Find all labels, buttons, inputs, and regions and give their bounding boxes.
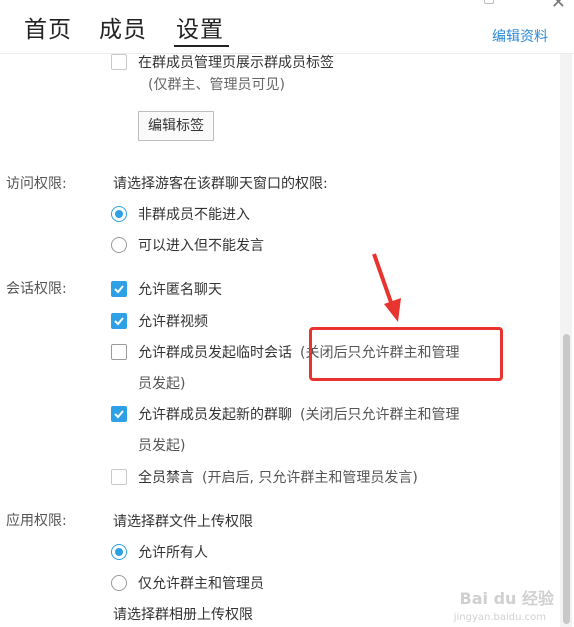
album-upload-prompt-text: 请选择群相册上传权限 [113, 607, 253, 623]
edit-profile-link[interactable]: 编辑资料 [492, 26, 548, 46]
tab-home[interactable]: 首页 [24, 10, 72, 44]
visit-option-no-entry-label: 非群成员不能进入 [138, 207, 250, 223]
temp-chat-checkbox[interactable] [111, 344, 127, 360]
visit-option-enter-no-speak[interactable]: 可以进入但不能发言 [111, 235, 264, 255]
file-upload-prompt-text: 请选择群文件上传权限 [113, 514, 253, 530]
member-tag-note-text: (仅群主、管理员可见) [148, 77, 285, 93]
baidu-watermark-url: jingyan.baidu.com [453, 612, 546, 623]
album-upload-prompt: 请选择群相册上传权限 [113, 604, 253, 624]
new-group-note-cont: 员发起) [138, 435, 185, 455]
temp-chat-note-cont: 员发起) [138, 373, 185, 393]
visit-option-enter-no-speak-label: 可以进入但不能发言 [138, 238, 264, 254]
group-settings-header: ✕ 首页 成员 设置 编辑资料 [0, 0, 574, 54]
mute-all-checkbox[interactable] [111, 469, 127, 485]
mute-all-label: 全员禁言 [138, 470, 194, 486]
visit-option-enter-no-speak-radio[interactable] [111, 237, 127, 253]
session-option-anonymous[interactable]: 允许匿名聊天 [111, 279, 222, 299]
session-option-mute-all[interactable]: 全员禁言 (开启后, 只允许群主和管理员发言) [111, 467, 418, 487]
temp-chat-label: 允许群成员发起临时会话 [138, 345, 292, 361]
show-member-tag-label: 在群成员管理页展示群成员标签 [138, 55, 334, 71]
new-group-chat-note: (关闭后只允许群主和管理 [300, 407, 460, 423]
edit-tag-button[interactable]: 编辑标签 [138, 111, 214, 141]
show-member-tag-checkbox[interactable] [111, 54, 127, 70]
group-video-checkbox[interactable] [111, 313, 127, 329]
group-video-label: 允许群视频 [138, 314, 208, 330]
visit-permission-prompt: 请选择游客在该群聊天窗口的权限: [113, 173, 328, 193]
new-group-note-cont-text: 员发起) [138, 438, 186, 454]
annotation-arrow-icon [372, 253, 401, 322]
tab-members[interactable]: 成员 [99, 10, 147, 44]
baidu-watermark: Bai du 经验 [459, 589, 554, 608]
new-group-chat-checkbox[interactable] [111, 406, 127, 422]
file-option-admins-label: 仅允许群主和管理员 [138, 576, 264, 592]
active-tab-indicator [174, 45, 229, 47]
file-option-admins[interactable]: 仅允许群主和管理员 [111, 573, 264, 593]
scrollbar-thumb[interactable] [563, 334, 570, 624]
new-group-chat-label: 允许群成员发起新的群聊 [138, 407, 292, 423]
session-permission-label: 会话权限: [6, 281, 67, 297]
file-option-everyone-label: 允许所有人 [138, 545, 208, 561]
member-tag-note: (仅群主、管理员可见) [148, 74, 285, 94]
temp-chat-note-cont-text: 员发起) [138, 376, 186, 392]
visit-option-no-entry-radio[interactable] [111, 206, 127, 222]
close-icon[interactable]: ✕ [551, 0, 566, 13]
tab-settings[interactable]: 设置 [176, 10, 224, 44]
anonymous-chat-label: 允许匿名聊天 [138, 282, 222, 298]
session-option-new-group[interactable]: 允许群成员发起新的群聊 (关闭后只允许群主和管理 [111, 404, 459, 424]
file-option-everyone[interactable]: 允许所有人 [111, 542, 208, 562]
show-member-tag-option[interactable]: 在群成员管理页展示群成员标签 [111, 54, 334, 72]
annotation-highlight-box [309, 327, 503, 381]
visit-permission-prompt-text: 请选择游客在该群聊天窗口的权限: [113, 176, 328, 192]
vertical-scrollbar[interactable] [560, 54, 572, 627]
file-option-admins-radio[interactable] [111, 575, 127, 591]
file-option-everyone-radio[interactable] [111, 544, 127, 560]
visit-option-no-entry[interactable]: 非群成员不能进入 [111, 204, 250, 224]
visit-permission-label: 访问权限: [6, 176, 67, 192]
window-control-icon[interactable] [484, 0, 494, 4]
file-upload-prompt: 请选择群文件上传权限 [113, 511, 253, 531]
app-permission-label: 应用权限: [6, 513, 67, 529]
anonymous-chat-checkbox[interactable] [111, 281, 127, 297]
mute-all-note: (开启后, 只允许群主和管理员发言) [202, 470, 418, 486]
session-option-video[interactable]: 允许群视频 [111, 311, 208, 331]
